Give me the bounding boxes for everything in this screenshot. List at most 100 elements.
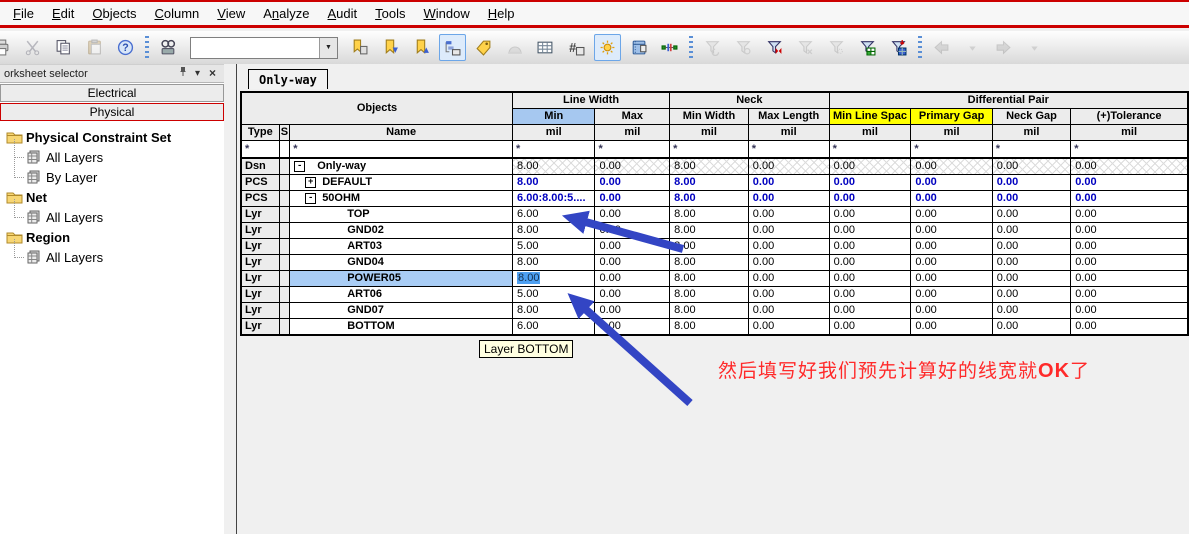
s-cell[interactable] [279, 207, 290, 223]
value-cell[interactable]: 8.00 [513, 175, 595, 191]
type-cell[interactable]: Lyr [241, 207, 279, 223]
value-cell[interactable]: 0.00 [748, 303, 829, 319]
type-cell[interactable]: Lyr [241, 239, 279, 255]
value-cell[interactable]: 8.00 [670, 319, 749, 336]
value-cell[interactable]: 8.00 [670, 303, 749, 319]
s-cell[interactable] [279, 239, 290, 255]
column-header-min-width[interactable]: Min Width [670, 109, 749, 125]
bookmark-up-icon[interactable] [408, 34, 435, 61]
value-cell[interactable]: 0.00 [911, 271, 992, 287]
expand-icon[interactable]: + [305, 177, 316, 188]
value-cell[interactable]: 0.00 [595, 175, 670, 191]
bookmark-stack-icon[interactable] [346, 34, 373, 61]
value-cell[interactable]: 8.00 [513, 158, 595, 175]
value-cell[interactable]: 0.00 [992, 175, 1070, 191]
value-cell[interactable]: 8.00 [513, 271, 595, 287]
value-cell[interactable]: 0.00 [911, 158, 992, 175]
name-cell[interactable]: -50OHM [290, 191, 513, 207]
value-cell[interactable]: 0.00 [992, 191, 1070, 207]
tag-icon[interactable] [470, 34, 497, 61]
value-cell[interactable]: 0.00 [829, 303, 911, 319]
s-cell[interactable] [279, 303, 290, 319]
sidebar-tab-electrical[interactable]: Electrical [0, 84, 224, 102]
value-cell[interactable]: 5.00 [513, 287, 595, 303]
menu-item-audit[interactable]: Audit [319, 6, 367, 21]
menu-item-window[interactable]: Window [415, 6, 479, 21]
value-cell[interactable]: 0.00 [748, 207, 829, 223]
group-header-differential-pair[interactable]: Differential Pair [829, 92, 1188, 109]
value-cell[interactable]: 8.00 [670, 239, 749, 255]
value-cell[interactable]: 0.00 [595, 223, 670, 239]
value-cell[interactable]: 0.00 [595, 239, 670, 255]
value-cell[interactable]: 0.00 [992, 207, 1070, 223]
filter-sort-icon[interactable] [885, 34, 912, 61]
value-cell[interactable]: 8.00 [670, 191, 749, 207]
value-cell[interactable]: 0.00 [595, 207, 670, 223]
panel-splitter[interactable] [224, 64, 237, 534]
value-cell[interactable]: 0.00 [911, 319, 992, 336]
tree-item-physical-constraint-set[interactable]: Physical Constraint Set [0, 127, 224, 147]
tree-item-all-layers[interactable]: All Layers [0, 247, 224, 267]
value-cell[interactable]: 0.00 [748, 319, 829, 336]
value-cell[interactable]: 0.00 [1071, 191, 1188, 207]
type-cell[interactable]: PCS [241, 191, 279, 207]
collapse-icon[interactable]: - [305, 193, 316, 204]
worksheet-tab-only-way[interactable]: Only-way [248, 69, 328, 89]
tree-item-by-layer[interactable]: By Layer [0, 167, 224, 187]
filter-cell-name[interactable]: * [290, 141, 513, 159]
value-cell[interactable]: 0.00 [1071, 223, 1188, 239]
filter-cell-value-7[interactable]: * [1071, 141, 1188, 159]
find-combobox-input[interactable] [191, 38, 319, 58]
value-cell[interactable]: 0.00 [829, 255, 911, 271]
menu-item-objects[interactable]: Objects [83, 6, 145, 21]
s-cell[interactable] [279, 223, 290, 239]
value-cell[interactable]: 0.00 [1071, 239, 1188, 255]
group-header-objects[interactable]: Objects [241, 92, 513, 125]
filter-cell-value-4[interactable]: * [829, 141, 911, 159]
value-cell[interactable]: 0.00 [748, 191, 829, 207]
column-header--tolerance[interactable]: (+)Tolerance [1071, 109, 1188, 125]
filter-cell-type[interactable]: * [241, 141, 279, 159]
tree-item-all-layers[interactable]: All Layers [0, 147, 224, 167]
value-cell[interactable]: 0.00 [595, 255, 670, 271]
value-cell[interactable]: 0.00 [829, 239, 911, 255]
menu-item-analyze[interactable]: Analyze [254, 6, 318, 21]
value-cell[interactable]: 0.00 [1071, 319, 1188, 336]
value-cell[interactable]: 0.00 [1071, 207, 1188, 223]
value-cell[interactable]: 0.00 [748, 158, 829, 175]
value-cell[interactable]: 0.00 [911, 287, 992, 303]
value-cell[interactable]: 0.00 [1071, 255, 1188, 271]
value-cell[interactable]: 0.00 [748, 223, 829, 239]
s-cell[interactable] [279, 255, 290, 271]
value-cell[interactable]: 0.00 [1071, 175, 1188, 191]
value-cell[interactable]: 0.00 [595, 303, 670, 319]
value-cell[interactable]: 0.00 [595, 319, 670, 336]
print-icon[interactable] [0, 34, 15, 61]
value-cell[interactable]: 0.00 [748, 271, 829, 287]
value-cell[interactable]: 0.00 [748, 239, 829, 255]
value-cell[interactable]: 0.00 [1071, 271, 1188, 287]
value-cell[interactable]: 6.00 [513, 207, 595, 223]
value-cell[interactable]: 0.00 [911, 207, 992, 223]
value-cell[interactable]: 0.00 [992, 287, 1070, 303]
pin-icon[interactable] [175, 66, 190, 82]
column-header-neck-gap[interactable]: Neck Gap [992, 109, 1070, 125]
value-cell[interactable]: 0.00 [748, 287, 829, 303]
value-cell[interactable]: 0.00 [992, 303, 1070, 319]
value-cell[interactable]: 0.00 [911, 191, 992, 207]
column-header-max[interactable]: Max [595, 109, 670, 125]
value-cell[interactable]: 0.00 [829, 207, 911, 223]
s-cell[interactable] [279, 271, 290, 287]
value-cell[interactable]: 0.00 [595, 271, 670, 287]
value-cell[interactable]: 0.00 [595, 191, 670, 207]
value-cell[interactable]: 6.00 [513, 319, 595, 336]
value-cell[interactable]: 0.00 [595, 287, 670, 303]
find-icon[interactable] [155, 34, 182, 61]
s-cell[interactable] [279, 319, 290, 336]
value-cell[interactable]: 0.00 [911, 303, 992, 319]
value-cell[interactable]: 8.00 [670, 207, 749, 223]
copy-icon[interactable] [50, 34, 77, 61]
value-cell[interactable]: 8.00 [670, 287, 749, 303]
value-cell[interactable]: 0.00 [992, 239, 1070, 255]
find-combobox[interactable]: ▼ [190, 37, 338, 59]
